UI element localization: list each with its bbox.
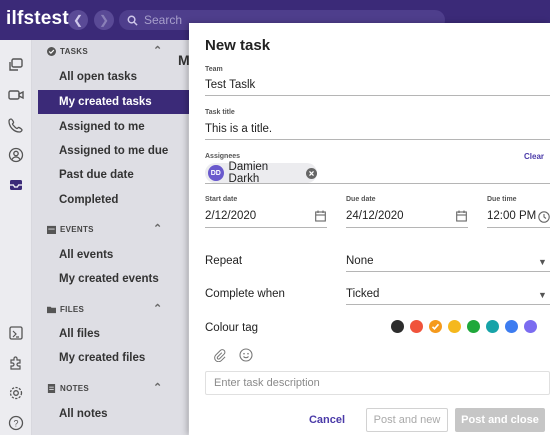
- settings-icon[interactable]: [7, 384, 25, 402]
- app-logo[interactable]: ilfstest: [6, 8, 69, 30]
- post-and-close-button[interactable]: Post and close: [455, 408, 545, 432]
- sidebar-item-my-created-events[interactable]: My created events: [38, 267, 206, 291]
- forward-button[interactable]: ❯: [94, 10, 114, 30]
- due-date-field[interactable]: 24/12/2020: [346, 210, 404, 222]
- repeat-select[interactable]: None: [346, 255, 374, 267]
- dialog-title: New task: [205, 37, 271, 54]
- chevron-up-icon: ⌃: [153, 45, 163, 57]
- due-time-field[interactable]: 12:00 PM: [487, 210, 536, 222]
- check-icon: [431, 323, 440, 330]
- calendar-icon: [47, 225, 56, 234]
- colour-swatch[interactable]: [524, 320, 537, 333]
- colour-swatch[interactable]: [429, 320, 442, 333]
- svg-text:?: ?: [13, 419, 18, 429]
- colour-swatch[interactable]: [448, 320, 461, 333]
- puzzle-icon[interactable]: [7, 354, 25, 372]
- task-title-label: Task title: [205, 109, 235, 116]
- background-heading: M: [178, 52, 190, 68]
- colour-swatch[interactable]: [391, 320, 404, 333]
- colour-swatch[interactable]: [410, 320, 423, 333]
- assignee-chip[interactable]: DD Damien Darkh: [205, 161, 317, 185]
- section-notes[interactable]: NOTES ⌃: [32, 379, 188, 399]
- due-time-label: Due time: [487, 196, 517, 203]
- clear-assignees-button[interactable]: Clear: [524, 152, 544, 161]
- complete-when-select[interactable]: Ticked: [346, 288, 379, 300]
- sidebar-item-all-events[interactable]: All events: [38, 243, 206, 267]
- assignees-underline: [205, 183, 550, 184]
- video-icon[interactable]: [7, 86, 25, 104]
- colour-tag-label: Colour tag: [205, 322, 259, 334]
- inbox-icon[interactable]: [7, 176, 25, 194]
- colour-swatch[interactable]: [486, 320, 499, 333]
- sidebar-item-assigned-to-me[interactable]: Assigned to me: [38, 115, 206, 139]
- help-icon[interactable]: ?: [7, 414, 25, 432]
- repeat-label: Repeat: [205, 255, 243, 267]
- icon-rail: ?: [0, 40, 32, 435]
- complete-when-label: Complete when: [205, 288, 285, 300]
- sidebar-item-assigned-to-me-due[interactable]: Assigned to me due: [38, 139, 206, 163]
- due-date-underline: [346, 227, 468, 228]
- post-and-new-button[interactable]: Post and new: [366, 408, 448, 432]
- assignee-name: Damien Darkh: [228, 161, 269, 185]
- chevron-right-icon: ❯: [98, 13, 110, 27]
- sidebar-item-all-open-tasks[interactable]: All open tasks: [38, 65, 206, 89]
- contact-icon[interactable]: [7, 146, 25, 164]
- colour-swatch[interactable]: [505, 320, 518, 333]
- sidebar-item-my-created-tasks[interactable]: My created tasks: [38, 90, 206, 114]
- attachment-icon[interactable]: [213, 348, 226, 367]
- chevron-up-icon: ⌃: [153, 303, 163, 315]
- folder-icon: [47, 305, 56, 314]
- section-files[interactable]: FILES ⌃: [32, 300, 188, 320]
- caret-down-icon[interactable]: ▼: [538, 290, 547, 300]
- section-events[interactable]: EVENTS ⌃: [32, 220, 188, 240]
- calendar-icon[interactable]: [456, 209, 467, 227]
- due-time-underline: [487, 227, 550, 228]
- avatar: DD: [208, 165, 224, 181]
- chevron-up-icon: ⌃: [153, 223, 163, 235]
- chevron-up-icon: ⌃: [153, 382, 163, 394]
- start-date-label: Start date: [205, 196, 238, 203]
- chat-icon[interactable]: [7, 56, 25, 74]
- section-title: FILES: [60, 305, 85, 314]
- clock-icon[interactable]: [538, 210, 550, 228]
- sidebar-item-all-notes[interactable]: All notes: [38, 402, 206, 426]
- task-description-input[interactable]: Enter task description: [205, 371, 550, 395]
- section-title: EVENTS: [60, 225, 94, 234]
- task-title-field[interactable]: This is a title.: [205, 123, 272, 135]
- calendar-icon[interactable]: [315, 209, 326, 227]
- team-field[interactable]: Test Taslk: [205, 79, 255, 91]
- section-tasks[interactable]: TASKS ⌃: [32, 42, 188, 62]
- description-placeholder: Enter task description: [214, 377, 320, 389]
- section-title: TASKS: [60, 47, 89, 56]
- team-label: Team: [205, 66, 223, 73]
- due-date-label: Due date: [346, 196, 376, 203]
- team-underline: [205, 95, 550, 96]
- back-button[interactable]: ❮: [68, 10, 88, 30]
- sidebar-item-past-due-date[interactable]: Past due date: [38, 163, 206, 187]
- repeat-underline: [346, 271, 550, 272]
- caret-down-icon[interactable]: ▼: [538, 257, 547, 267]
- sidebar-item-all-files[interactable]: All files: [38, 322, 206, 346]
- note-icon: [47, 384, 56, 393]
- sidebar-item-my-created-files[interactable]: My created files: [38, 346, 206, 370]
- complete-when-underline: [346, 304, 550, 305]
- start-date-underline: [205, 227, 327, 228]
- sidebar-panel: TASKS ⌃ All open tasks My created tasks …: [32, 40, 206, 435]
- search-icon: [127, 15, 138, 26]
- cancel-button[interactable]: Cancel: [301, 408, 353, 432]
- colour-swatch[interactable]: [467, 320, 480, 333]
- emoji-icon[interactable]: [239, 348, 253, 367]
- start-date-field[interactable]: 2/12/2020: [205, 210, 256, 222]
- task-title-underline: [205, 139, 550, 140]
- sidebar-item-completed[interactable]: Completed: [38, 188, 206, 212]
- search-placeholder: Search: [144, 13, 183, 27]
- assignees-label: Assignees: [205, 153, 241, 160]
- remove-chip-icon[interactable]: [306, 167, 317, 179]
- new-task-dialog: New task Team Test Taslk Task title This…: [189, 23, 550, 435]
- phone-icon[interactable]: [7, 116, 25, 134]
- section-title: NOTES: [60, 384, 90, 393]
- check-circle-icon: [47, 47, 56, 56]
- chevron-left-icon: ❮: [72, 13, 84, 27]
- widget-icon[interactable]: [7, 324, 25, 342]
